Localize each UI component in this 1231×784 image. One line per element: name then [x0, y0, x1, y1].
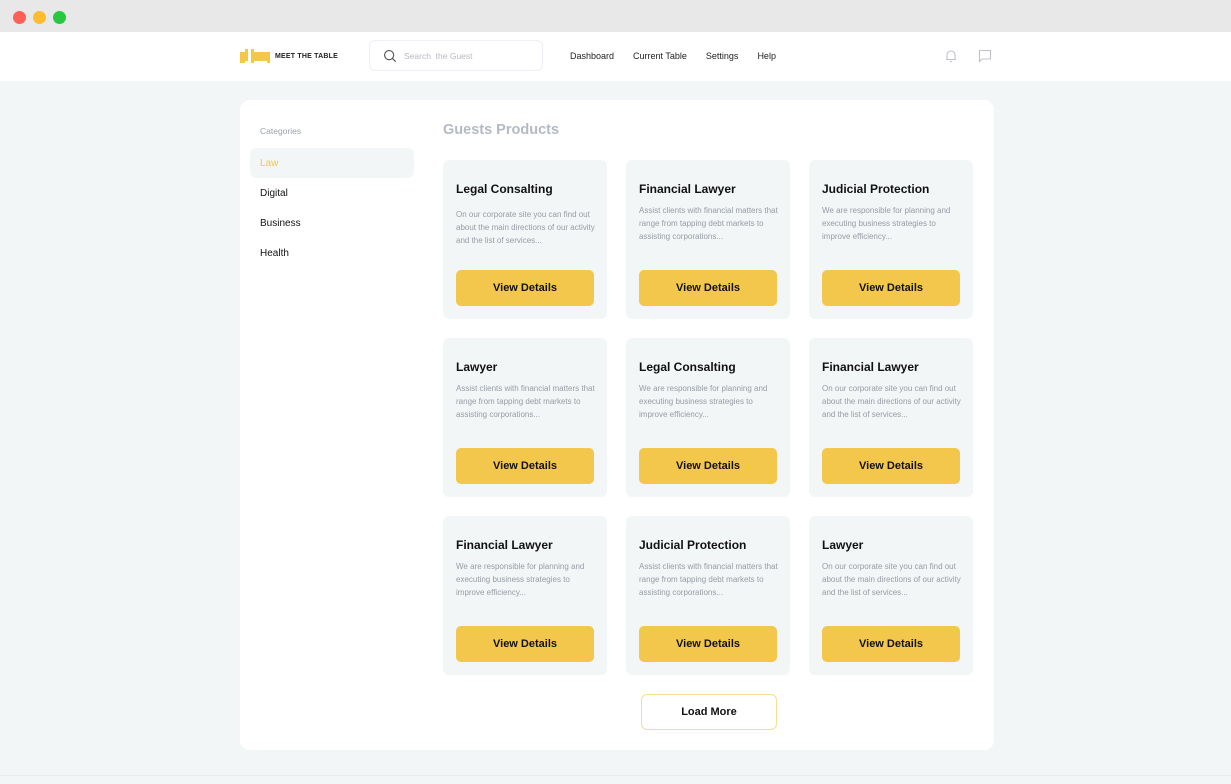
card-description: We are responsible for planning and exec… — [822, 206, 951, 241]
card-description: We are responsible for planning and exec… — [456, 562, 585, 597]
card-title: Judicial Protection — [822, 182, 930, 196]
categories-heading: Categories — [260, 126, 302, 136]
product-grid: Legal Consalting On our corporate site y… — [443, 160, 975, 675]
product-card: Judicial Protection We are responsible f… — [809, 160, 973, 319]
content-panel: Categories Law Digital Business Health G… — [240, 100, 994, 750]
view-details-button[interactable]: View Details — [822, 626, 960, 662]
view-details-button[interactable]: View Details — [639, 448, 777, 484]
search-input[interactable] — [404, 50, 534, 61]
category-health[interactable]: Health — [250, 238, 414, 268]
brand-name: MEET THE TABLE — [275, 52, 338, 60]
product-card: Financial Lawyer On our corporate site y… — [809, 338, 973, 497]
product-card: Legal Consalting On our corporate site y… — [443, 160, 607, 319]
nav-link-current-table[interactable]: Current Table — [633, 51, 687, 61]
brand-logo[interactable]: MEET THE TABLE — [240, 49, 338, 63]
card-description: On our corporate site you can find out a… — [822, 384, 961, 419]
close-window-button[interactable] — [13, 11, 26, 24]
table-logo-icon — [240, 49, 270, 63]
search-box[interactable] — [369, 40, 543, 71]
nav-link-dashboard[interactable]: Dashboard — [570, 51, 614, 61]
chat-icon[interactable] — [977, 48, 993, 64]
product-card: Financial Lawyer Assist clients with fin… — [626, 160, 790, 319]
card-title: Lawyer — [822, 538, 864, 552]
card-title: Legal Consalting — [639, 360, 736, 374]
page-title: Guests Products — [443, 122, 560, 138]
card-title: Financial Lawyer — [456, 538, 553, 552]
product-card: Judicial Protection Assist clients with … — [626, 516, 790, 675]
view-details-button[interactable]: View Details — [456, 626, 594, 662]
bell-icon[interactable] — [943, 48, 959, 64]
card-title: Financial Lawyer — [639, 182, 736, 196]
card-description: On our corporate site you can find out a… — [456, 210, 595, 245]
view-details-button[interactable]: View Details — [639, 626, 777, 662]
product-card: Lawyer Assist clients with financial mat… — [443, 338, 607, 497]
card-title: Lawyer — [456, 360, 498, 374]
search-icon — [384, 49, 397, 62]
category-law[interactable]: Law — [250, 148, 414, 178]
view-details-button[interactable]: View Details — [456, 448, 594, 484]
card-description: On our corporate site you can find out a… — [822, 562, 961, 597]
product-card: Financial Lawyer We are responsible for … — [443, 516, 607, 675]
card-description: Assist clients with financial matters th… — [456, 384, 595, 419]
maximize-window-button[interactable] — [53, 11, 66, 24]
footer-divider — [0, 775, 1231, 776]
view-details-button[interactable]: View Details — [822, 270, 960, 306]
minimize-window-button[interactable] — [33, 11, 46, 24]
view-details-button[interactable]: View Details — [822, 448, 960, 484]
category-business[interactable]: Business — [250, 208, 414, 238]
main-nav: Dashboard Current Table Settings Help — [570, 51, 795, 61]
card-description: We are responsible for planning and exec… — [639, 384, 768, 419]
card-title: Financial Lawyer — [822, 360, 919, 374]
product-card: Legal Consalting We are responsible for … — [626, 338, 790, 497]
top-navigation: MEET THE TABLE Dashboard Current Table S… — [0, 32, 1231, 81]
nav-link-settings[interactable]: Settings — [706, 51, 739, 61]
category-list: Law Digital Business Health — [250, 148, 414, 268]
card-description: Assist clients with financial matters th… — [639, 562, 778, 597]
product-card: Lawyer On our corporate site you can fin… — [809, 516, 973, 675]
card-description: Assist clients with financial matters th… — [639, 206, 778, 241]
category-digital[interactable]: Digital — [250, 178, 414, 208]
load-more-button[interactable]: Load More — [641, 694, 777, 730]
view-details-button[interactable]: View Details — [456, 270, 594, 306]
nav-link-help[interactable]: Help — [757, 51, 776, 61]
card-title: Legal Consalting — [456, 182, 553, 196]
window-titlebar — [0, 0, 1231, 32]
card-title: Judicial Protection — [639, 538, 747, 552]
view-details-button[interactable]: View Details — [639, 270, 777, 306]
